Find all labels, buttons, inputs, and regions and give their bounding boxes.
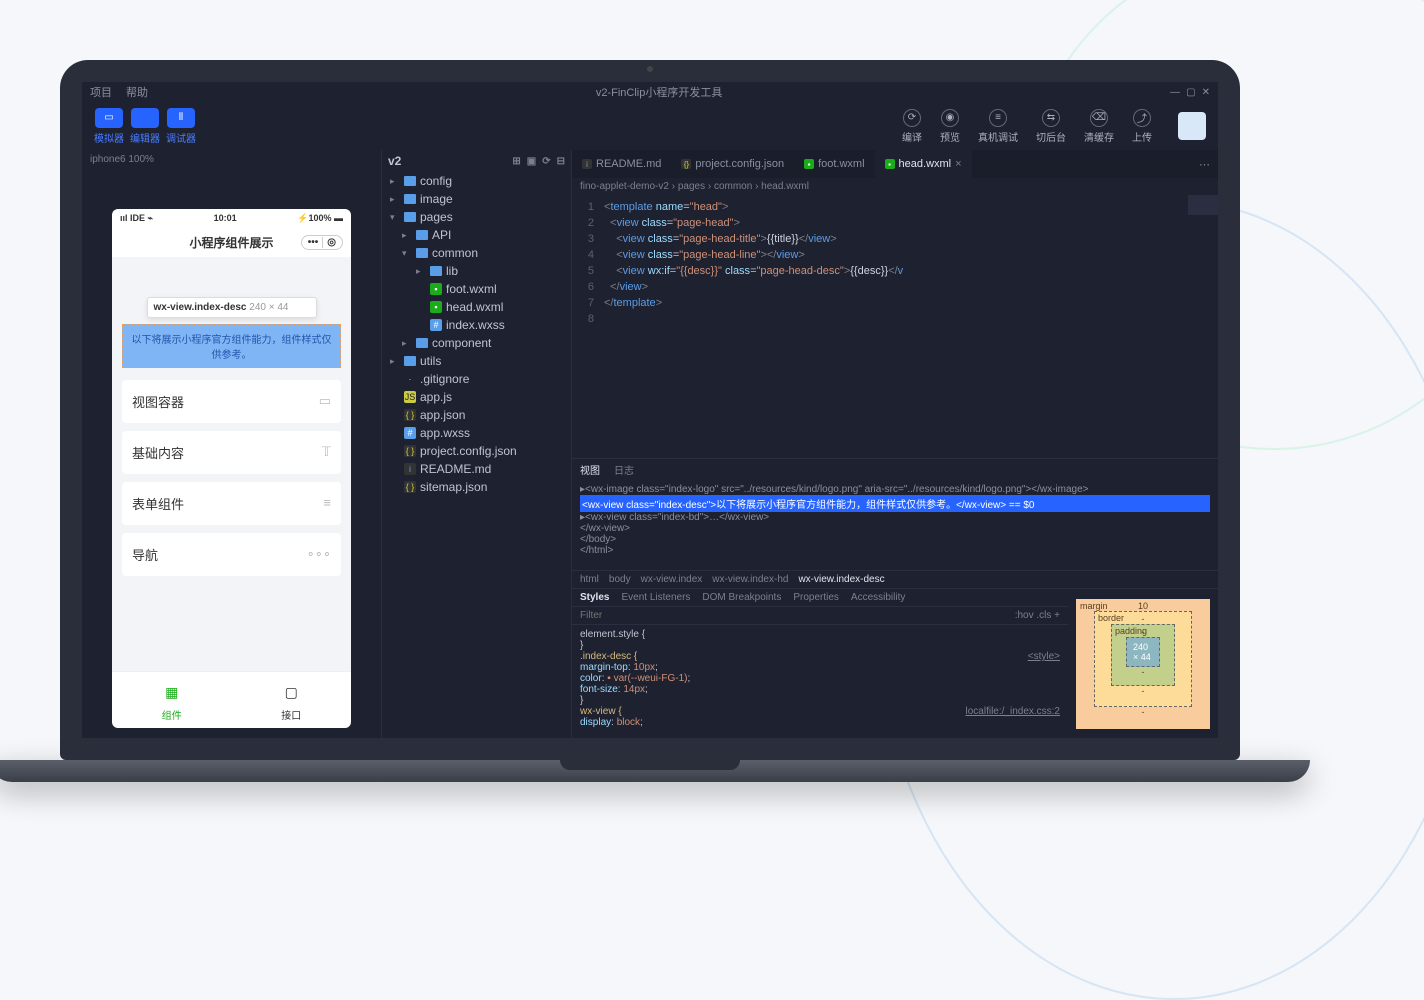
tree-image[interactable]: ▸image [382, 190, 571, 208]
menu-help[interactable]: 帮助 [126, 84, 148, 100]
styles-filter[interactable] [580, 610, 1015, 621]
sim-item-3[interactable]: 导航∘∘∘ [122, 533, 341, 576]
css-rules[interactable]: element.style { } .index-desc {<style> m… [572, 625, 1068, 738]
styletab-4[interactable]: Accessibility [851, 592, 905, 603]
tree-app.json[interactable]: { }app.json [382, 406, 571, 424]
toolbtn-4[interactable]: ⌫清缓存 [1084, 109, 1114, 144]
window-title: v2-FinClip小程序开发工具 [148, 84, 1170, 100]
selected-element[interactable]: 以下将展示小程序官方组件能力，组件样式仅供参考。 [122, 324, 341, 368]
box-model: 10 - - 240 × 44 - - - [1068, 589, 1218, 738]
crumb-0[interactable]: html [580, 574, 599, 585]
tree-README.md[interactable]: iREADME.md [382, 460, 571, 478]
tree-component[interactable]: ▸component [382, 334, 571, 352]
simulator-pane: iphone6 100% ııl IDE ⌁ 10:01 ⚡100% ▬ 小程序… [82, 150, 382, 738]
pill-0[interactable]: ▭模拟器 [94, 108, 124, 145]
close-icon[interactable]: ✕ [1202, 87, 1210, 98]
styletab-2[interactable]: DOM Breakpoints [702, 592, 781, 603]
toolbtn-2[interactable]: ≡真机调试 [978, 109, 1018, 144]
laptop-frame: 项目 帮助 v2-FinClip小程序开发工具 — ▢ ✕ ▭模拟器编辑器⫴调试… [60, 60, 1240, 782]
sim-item-2[interactable]: 表单组件≡ [122, 482, 341, 525]
styletab-3[interactable]: Properties [793, 592, 839, 603]
collapse-icon[interactable]: ⊟ [557, 156, 565, 167]
tree-foot.wxml[interactable]: ▪foot.wxml [382, 280, 571, 298]
tab-head.wxml[interactable]: ▪head.wxml× [875, 150, 972, 178]
toolbtn-1[interactable]: ◉预览 [940, 109, 960, 144]
new-file-icon[interactable]: ⊞ [512, 156, 520, 167]
new-folder-icon[interactable]: ▣ [527, 156, 536, 167]
tree-API[interactable]: ▸API [382, 226, 571, 244]
tree-utils[interactable]: ▸utils [382, 352, 571, 370]
menu-project[interactable]: 项目 [90, 84, 112, 100]
status-signal: ııl IDE ⌁ [120, 213, 153, 224]
toolbtn-3[interactable]: ⇆切后台 [1036, 109, 1066, 144]
editor-tabs: iREADME.md{}project.config.json▪foot.wxm… [572, 150, 1218, 178]
editor-pane: iREADME.md{}project.config.json▪foot.wxm… [572, 150, 1218, 738]
tree-head.wxml[interactable]: ▪head.wxml [382, 298, 571, 316]
dom-breadcrumb[interactable]: html body wx-view.index wx-view.index-hd wx-… [572, 570, 1218, 588]
toolbtn-5[interactable]: ⤴上传 [1132, 109, 1152, 144]
pill-1[interactable]: 编辑器 [130, 108, 160, 145]
titlebar: 项目 帮助 v2-FinClip小程序开发工具 — ▢ ✕ [82, 82, 1218, 102]
devtab-1[interactable]: ▢接口 [232, 672, 352, 728]
tab-README.md[interactable]: iREADME.md [572, 150, 671, 178]
crumb-1[interactable]: body [609, 574, 631, 585]
tree-app.wxss[interactable]: #app.wxss [382, 424, 571, 442]
min-icon[interactable]: — [1170, 87, 1180, 98]
devtab-view[interactable]: 视图 [580, 462, 600, 477]
toolbtn-0[interactable]: ⟳编译 [902, 109, 922, 144]
project-name: v2 [388, 154, 401, 168]
inspect-tooltip: wx-view.index-desc 240 × 44 [147, 297, 317, 318]
status-time: 10:01 [214, 213, 237, 224]
devtab-log[interactable]: 日志 [614, 462, 634, 477]
tree-project.config.json[interactable]: { }project.config.json [382, 442, 571, 460]
crumb-2[interactable]: wx-view.index [641, 574, 703, 585]
status-battery: ⚡100% ▬ [297, 213, 343, 224]
toolbar: ▭模拟器编辑器⫴调试器 ⟳编译 ◉预览 ≡真机调试 ⇆切后台 ⌫清缓存 ⤴上传 [82, 102, 1218, 150]
tree-app.js[interactable]: JSapp.js [382, 388, 571, 406]
max-icon[interactable]: ▢ [1186, 87, 1195, 98]
refresh-icon[interactable]: ⟳ [542, 156, 550, 167]
breadcrumb[interactable]: fino-applet-demo-v2 › pages › common › h… [572, 178, 1218, 195]
tree-common[interactable]: ▾common [382, 244, 571, 262]
tree-sitemap.json[interactable]: { }sitemap.json [382, 478, 571, 496]
devtools: 视图 日志 ▸<wx-image class="index-logo" src=… [572, 458, 1218, 738]
device-info: iphone6 100% [82, 150, 381, 169]
tree-pages[interactable]: ▾pages [382, 208, 571, 226]
sim-item-0[interactable]: 视图容器▭ [122, 380, 341, 423]
tabs-more-icon[interactable]: ⋯ [1191, 158, 1218, 171]
device-frame: ııl IDE ⌁ 10:01 ⚡100% ▬ 小程序组件展示 ••• ◎ wx… [112, 209, 351, 728]
devtab-0[interactable]: ▦组件 [112, 672, 232, 728]
sim-item-1[interactable]: 基础内容𝕋 [122, 431, 341, 474]
styletab-1[interactable]: Event Listeners [621, 592, 690, 603]
ide-window: 项目 帮助 v2-FinClip小程序开发工具 — ▢ ✕ ▭模拟器编辑器⫴调试… [82, 82, 1218, 738]
tree-lib[interactable]: ▸lib [382, 262, 571, 280]
tab-foot.wxml[interactable]: ▪foot.wxml [794, 150, 874, 178]
pill-2[interactable]: ⫴调试器 [166, 108, 196, 145]
tree-.gitignore[interactable]: ·.gitignore [382, 370, 571, 388]
app-title: 小程序组件展示 [189, 234, 273, 251]
crumb-3[interactable]: wx-view.index-hd [712, 574, 788, 585]
capsule-button[interactable]: ••• ◎ [301, 235, 343, 250]
tab-project.config.json[interactable]: {}project.config.json [671, 150, 794, 178]
file-explorer[interactable]: v2 ⊞ ▣ ⟳ ⊟ ▸config▸image▾pages▸API▾commo… [382, 150, 572, 738]
styletab-0[interactable]: Styles [580, 592, 609, 603]
crumb-4[interactable]: wx-view.index-desc [798, 574, 884, 585]
minimap[interactable] [1188, 195, 1218, 458]
filter-tools[interactable]: :hov .cls + [1015, 610, 1060, 621]
tree-index.wxss[interactable]: #index.wxss [382, 316, 571, 334]
tree-config[interactable]: ▸config [382, 172, 571, 190]
code-editor[interactable]: 12345678 <template name="head"> <view cl… [572, 195, 1218, 458]
avatar[interactable] [1178, 112, 1206, 140]
dom-tree[interactable]: ▸<wx-image class="index-logo" src="../re… [572, 480, 1218, 570]
